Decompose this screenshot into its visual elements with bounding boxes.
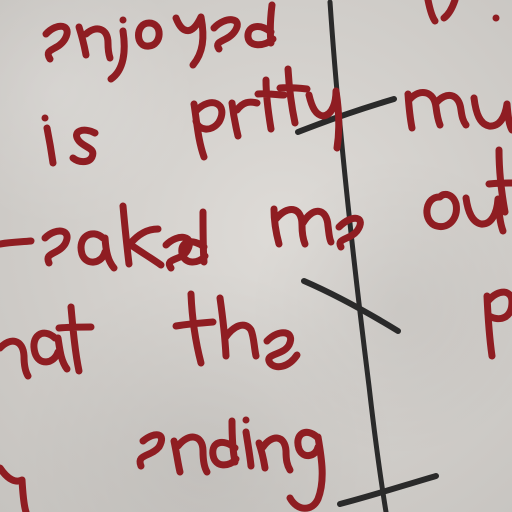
handwritten-note-photo bbox=[0, 0, 512, 512]
word-freaked bbox=[0, 202, 209, 272]
word-ending bbox=[136, 416, 326, 512]
word-out bbox=[423, 146, 512, 235]
word-the bbox=[172, 290, 301, 371]
corner-mark bbox=[424, 0, 500, 25]
word-much bbox=[404, 88, 512, 134]
word-that bbox=[0, 303, 95, 380]
word-is bbox=[41, 114, 99, 167]
word-y bbox=[0, 464, 30, 512]
word-enjoyed bbox=[42, 1, 277, 83]
word-pretty bbox=[190, 65, 343, 161]
word-p bbox=[483, 288, 512, 360]
